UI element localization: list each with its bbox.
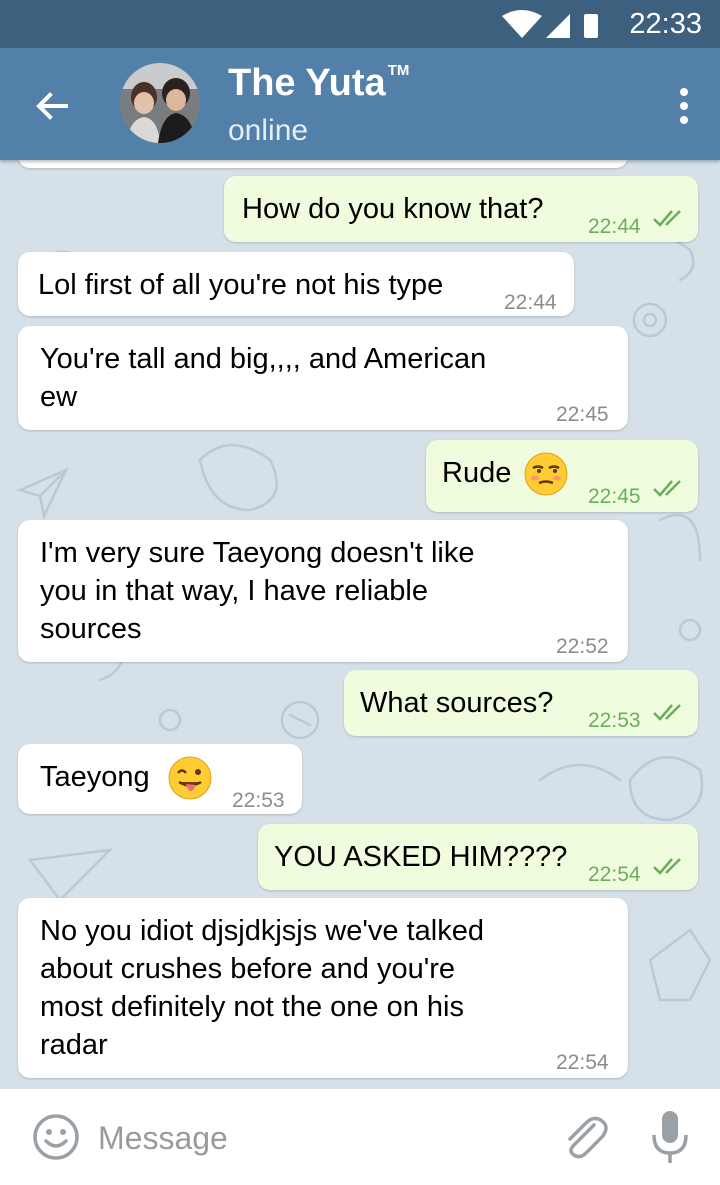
message-time: 22:54 <box>556 1051 609 1074</box>
chat-status: online <box>228 114 309 147</box>
tongue-out-face-icon <box>168 756 212 800</box>
message-line: about crushes before and you're <box>40 953 456 985</box>
message-bubble-incoming[interactable]: No you idiot djsjdkjsjs we've talked abo… <box>18 898 628 1078</box>
message-text: How do you know that? <box>242 193 544 225</box>
more-vertical-icon[interactable] <box>672 84 696 128</box>
cell-signal-icon <box>546 14 570 38</box>
double-check-icon <box>653 210 681 227</box>
battery-icon <box>584 14 598 38</box>
message-bubble-outgoing[interactable]: How do you know that? 22:44 <box>224 176 698 242</box>
double-check-icon <box>653 480 681 497</box>
status-time: 22:33 <box>629 8 702 40</box>
message-bubble-partial[interactable] <box>18 160 628 168</box>
message-bubble-outgoing[interactable]: Rude 22:45 <box>426 440 698 512</box>
message-line: You're tall and big,,,, and American <box>40 343 487 375</box>
back-arrow-icon[interactable] <box>30 84 74 128</box>
avatar[interactable] <box>120 63 200 143</box>
message-line: ew <box>40 381 78 413</box>
message-time: 22:52 <box>556 635 609 658</box>
wifi-icon <box>502 10 542 38</box>
message-input[interactable] <box>96 1115 520 1161</box>
message-time: 22:45 <box>556 403 609 426</box>
message-text: Lol first of all you're not his type <box>38 269 444 301</box>
microphone-icon[interactable] <box>650 1109 690 1165</box>
message-composer <box>0 1088 720 1185</box>
message-time: 22:45 <box>588 485 641 508</box>
message-line: radar <box>40 1029 108 1061</box>
double-check-icon <box>653 704 681 721</box>
message-bubble-incoming[interactable]: Taeyong 22:53 <box>18 744 302 814</box>
message-text: Taeyong <box>40 761 150 793</box>
message-bubble-incoming[interactable]: I'm very sure Taeyong doesn't like you i… <box>18 520 628 662</box>
message-line: I'm very sure Taeyong doesn't like <box>40 537 475 569</box>
paperclip-icon[interactable] <box>558 1111 610 1163</box>
chat-title[interactable]: The Yuta TM <box>228 62 409 105</box>
message-time: 22:53 <box>232 789 285 812</box>
message-time: 22:54 <box>588 863 641 886</box>
message-list[interactable]: How do you know that? 22:44 Lol first of… <box>0 160 720 1088</box>
message-text: No you idiot djsjdkjsjs we've talked abo… <box>40 912 484 1064</box>
message-bubble-incoming[interactable]: Lol first of all you're not his type 22:… <box>18 252 574 316</box>
message-text: YOU ASKED HIM???? <box>274 841 568 873</box>
trademark-mark: TM <box>387 62 410 80</box>
chat-title-text: The Yuta <box>228 62 386 104</box>
status-bar: 22:33 <box>0 0 720 48</box>
message-line: No you idiot djsjdkjsjs we've talked <box>40 915 484 947</box>
message-bubble-outgoing[interactable]: YOU ASKED HIM???? 22:54 <box>258 824 698 890</box>
message-text: Rude <box>442 457 512 489</box>
smiley-icon[interactable] <box>32 1113 80 1161</box>
message-bubble-outgoing[interactable]: What sources? 22:53 <box>344 670 698 736</box>
message-bubble-incoming[interactable]: You're tall and big,,,, and American ew … <box>18 326 628 430</box>
message-time: 22:53 <box>588 709 641 732</box>
message-line: you in that way, I have reliable <box>40 575 428 607</box>
unamused-face-icon <box>524 452 568 496</box>
message-line: most definitely not the one on his <box>40 991 464 1023</box>
message-text: What sources? <box>360 687 554 719</box>
message-text: I'm very sure Taeyong doesn't like you i… <box>40 534 474 648</box>
message-time: 22:44 <box>588 215 641 238</box>
chat-header: The Yuta TM online <box>0 48 720 160</box>
message-time: 22:44 <box>504 291 557 314</box>
signal-battery-icons <box>502 10 598 38</box>
message-line: sources <box>40 613 142 645</box>
double-check-icon <box>653 858 681 875</box>
message-text: You're tall and big,,,, and American ew <box>40 340 486 416</box>
